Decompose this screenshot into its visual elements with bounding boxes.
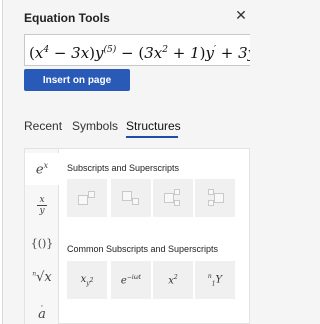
common-x-squared[interactable]: x2 <box>153 261 193 299</box>
active-tab-indicator <box>126 136 178 138</box>
subscript-template-icon <box>120 191 142 205</box>
pane-header: Equation Tools ✕ <box>3 0 256 34</box>
close-icon[interactable]: ✕ <box>233 7 249 23</box>
equation-editor[interactable]: (x4 − 3x)y(5) − (3x2 + 1)y′ + 3y = sir <box>24 34 250 66</box>
category-brackets[interactable]: {()} <box>25 227 59 259</box>
left-sub-superscript-template-icon <box>204 189 226 206</box>
structures-panel: ex x y {()} n√x · a Subscripts and Super… <box>24 148 250 324</box>
left-edge-bar <box>0 0 3 324</box>
equation-display: (x4 − 3x)y(5) − (3x2 + 1)y′ + 3y = sir <box>29 44 250 62</box>
template-left-sub-superscript[interactable] <box>195 179 235 217</box>
radical-icon: n√x <box>32 269 52 285</box>
tab-bar: Recent Symbols Structures <box>24 119 256 139</box>
sub-superscript-template-icon <box>162 189 184 206</box>
section-title-common: Common Subscripts and Superscripts <box>67 244 219 254</box>
x-sub-y-squared-label: xy2 <box>80 273 94 287</box>
category-accents[interactable]: · a <box>25 295 59 324</box>
common-x-sub-y-squared[interactable]: xy2 <box>67 261 107 299</box>
template-sub-superscript[interactable] <box>153 179 193 217</box>
n-1-y-label: n1Y <box>207 272 223 288</box>
section-title-scripts: Subscripts and Superscripts <box>67 163 180 173</box>
tab-structures[interactable]: Structures <box>126 119 181 133</box>
template-subscript[interactable] <box>111 179 151 217</box>
category-radicals[interactable]: n√x <box>25 261 59 293</box>
tab-recent[interactable]: Recent <box>24 119 62 133</box>
category-scripts[interactable]: ex <box>25 153 59 185</box>
e-minus-i-omega-t-label: e−iωt <box>120 273 142 287</box>
brackets-icon: {()} <box>30 236 54 250</box>
tab-symbols[interactable]: Symbols <box>72 119 118 133</box>
pane-title: Equation Tools <box>24 11 110 25</box>
superscript-template-icon <box>76 191 98 205</box>
fraction-icon: x y <box>37 195 47 216</box>
exponent-icon: ex <box>35 160 49 178</box>
category-fractions[interactable]: x y <box>25 189 59 221</box>
common-e-minus-i-omega-t[interactable]: e−iωt <box>111 261 151 299</box>
category-list: ex x y {()} n√x · a <box>25 149 59 324</box>
template-superscript[interactable] <box>67 179 107 217</box>
common-n-1-y[interactable]: n1Y <box>195 261 235 299</box>
x-squared-label: x2 <box>168 273 178 287</box>
insert-on-page-button[interactable]: Insert on page <box>24 69 130 91</box>
accent-icon: · a <box>38 302 46 322</box>
